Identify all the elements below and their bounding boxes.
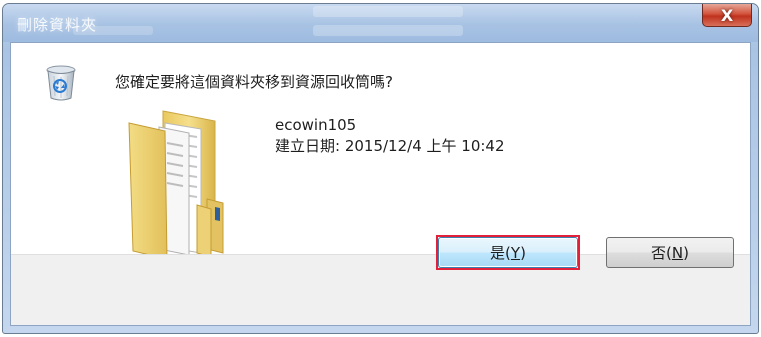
title-bar[interactable]: 刪除資料夾 X xyxy=(3,4,758,42)
window-title: 刪除資料夾 xyxy=(17,16,98,34)
confirm-question: 您確定要將這個資料夾移到資源回收筒嗎? xyxy=(115,73,393,91)
yes-button[interactable]: 是(Y) xyxy=(438,237,578,268)
background-blur xyxy=(313,25,463,36)
yes-button-label: 是( xyxy=(490,244,511,262)
yes-accelerator-key: Y xyxy=(510,243,521,262)
close-button[interactable]: X xyxy=(702,4,752,27)
dialog-window: 刪除資料夾 X 您確定要將這個資料夾移到資源回收筒嗎? ecowin105 建立… xyxy=(2,3,759,334)
dialog-content: 您確定要將這個資料夾移到資源回收筒嗎? ecowin105 建立日期: 2015… xyxy=(11,43,750,260)
folder-name: ecowin105 xyxy=(275,116,357,134)
folder-created-date: 建立日期: 2015/12/4 上午 10:42 xyxy=(275,137,505,155)
yes-button-close: ) xyxy=(520,243,526,262)
no-button[interactable]: 否(N) xyxy=(606,237,734,268)
no-button-label: 否( xyxy=(651,244,672,262)
no-button-close: ) xyxy=(683,243,689,262)
background-blur xyxy=(313,6,463,17)
no-accelerator-key: N xyxy=(671,243,684,262)
dialog-client: 您確定要將這個資料夾移到資源回收筒嗎? ecowin105 建立日期: 2015… xyxy=(10,42,751,326)
folder-icon xyxy=(128,110,224,260)
close-icon: X xyxy=(720,5,734,25)
recycle-bin-icon xyxy=(46,65,76,101)
